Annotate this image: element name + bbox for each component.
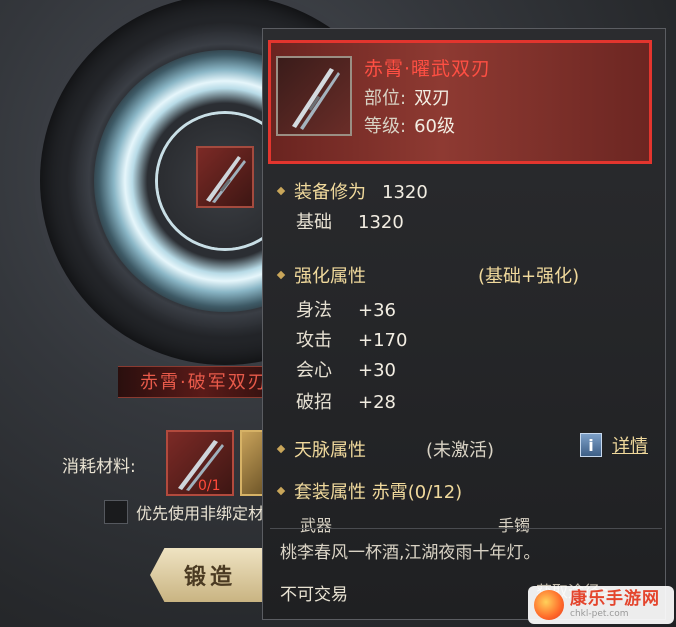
stat-name: 攻击 bbox=[296, 330, 332, 351]
flavor-text: 桃李春风一杯酒,江湖夜雨十年灯。 bbox=[280, 543, 541, 563]
item-name: 赤霄·曜武双刃 bbox=[364, 58, 492, 80]
slot-value: 双刃 bbox=[414, 88, 451, 109]
material-count: 0/1 bbox=[198, 478, 221, 494]
watermark: 康乐手游网 chkl-pet.com bbox=[528, 586, 674, 624]
enhance-label: 强化属性 bbox=[294, 266, 366, 287]
forge-button[interactable]: 锻造 bbox=[150, 548, 270, 602]
slot-label: 部位: bbox=[364, 88, 407, 109]
stat-name: 破招 bbox=[296, 392, 332, 413]
stat-row: 攻击 +170 bbox=[296, 326, 407, 352]
meridian-label: 天脉属性 bbox=[294, 440, 366, 461]
meridian-note: (未激活) bbox=[426, 440, 495, 461]
base-row: 基础 1320 bbox=[296, 208, 404, 234]
level-value: 60级 bbox=[414, 116, 455, 137]
enhance-section: 强化属性 bbox=[276, 262, 366, 288]
diamond-icon bbox=[276, 186, 286, 196]
set-item: 武器 bbox=[300, 516, 333, 535]
watermark-logo-icon bbox=[534, 590, 564, 620]
enhance-note: (基础+强化) bbox=[478, 266, 580, 287]
equip-power-value: 1320 bbox=[382, 182, 428, 203]
watermark-url: chkl-pet.com bbox=[570, 609, 629, 619]
forge-target-item-icon[interactable] bbox=[196, 146, 254, 208]
equip-power-label: 装备修为 bbox=[294, 182, 366, 203]
base-label: 基础 bbox=[296, 212, 332, 233]
stat-row: 会心 +30 bbox=[296, 356, 396, 382]
diamond-icon bbox=[276, 444, 286, 454]
watermark-title: 康乐手游网 bbox=[570, 589, 660, 609]
stat-value: +30 bbox=[358, 360, 396, 381]
detail-link[interactable]: 详情 bbox=[612, 432, 648, 458]
stat-name: 会心 bbox=[296, 360, 332, 381]
stat-row: 破招 +28 bbox=[296, 388, 396, 414]
meridian-section: 天脉属性 bbox=[276, 436, 366, 462]
equip-power: 装备修为 1320 bbox=[276, 178, 428, 204]
stat-row: 身法 +36 bbox=[296, 296, 396, 322]
item-slot: 部位: 双刃 bbox=[364, 84, 450, 110]
prefer-unbound-label: 优先使用非绑定材料 bbox=[136, 504, 281, 523]
set-section: 套装属性 赤霄(0/12) bbox=[276, 478, 463, 504]
stat-value: +36 bbox=[358, 300, 396, 321]
stat-value: +28 bbox=[358, 392, 396, 413]
base-value: 1320 bbox=[358, 212, 404, 233]
set-item: 手镯 bbox=[498, 516, 531, 535]
tooltip-divider bbox=[270, 528, 662, 529]
info-icon[interactable]: i bbox=[580, 433, 602, 457]
tradable-status: 不可交易 bbox=[280, 585, 348, 605]
diamond-icon bbox=[276, 486, 286, 496]
item-icon bbox=[276, 56, 352, 136]
item-level: 等级: 60级 bbox=[364, 112, 455, 138]
stat-value: +170 bbox=[358, 330, 408, 351]
materials-label: 消耗材料: bbox=[62, 457, 136, 477]
diamond-icon bbox=[276, 270, 286, 280]
set-label: 套装属性 赤霄(0/12) bbox=[294, 482, 463, 503]
stat-name: 身法 bbox=[296, 300, 332, 321]
prefer-unbound-checkbox[interactable] bbox=[104, 500, 128, 524]
level-label: 等级: bbox=[364, 116, 407, 137]
